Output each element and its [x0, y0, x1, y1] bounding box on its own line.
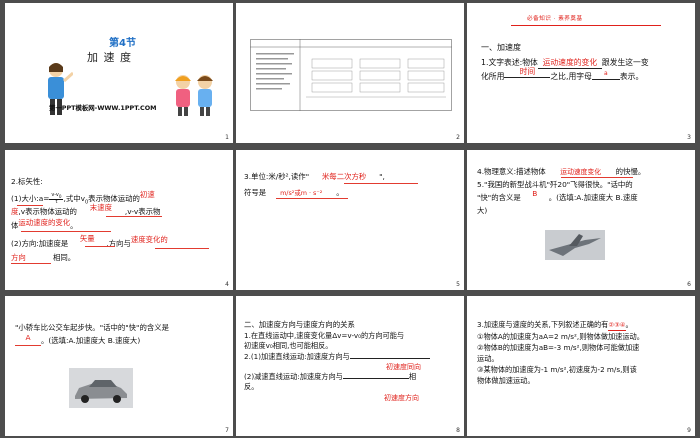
- text: 4.物理意义:描述物体: [477, 167, 546, 176]
- kids-figure-icon: [175, 75, 213, 116]
- answer-blank: 时间: [519, 67, 536, 76]
- text: 相: [408, 372, 417, 381]
- text: 表示。: [619, 72, 644, 81]
- answer-blank: 运动速度变化: [560, 168, 602, 176]
- text: (1)大小:a=: [11, 194, 50, 203]
- text: (2)减速直线运动:加速度方向与: [244, 372, 343, 381]
- slide-9[interactable]: 3.加速度与速度的关系,下列叙述正确的有②③④。 ①物体A的加速度为aA=2 m…: [467, 296, 695, 436]
- answer-blank: 方向: [11, 253, 26, 262]
- text: 5."我国的新型战斗机"歼20"飞得很快。"话中的: [477, 180, 633, 189]
- formula-fraction: v-v0 t: [49, 192, 64, 205]
- text: 。(选填:A.加速度大 B.速度: [548, 193, 638, 202]
- section-heading: 二、加速度方向与速度方向的关系: [244, 320, 355, 329]
- section-banner: 必备知识 · 素养奠基: [527, 16, 583, 22]
- answer-blank: 末速度: [89, 203, 112, 212]
- car-image: [69, 368, 133, 408]
- answer-blank: m/s²或m · s⁻²: [280, 189, 323, 197]
- answer-blank: 米每二次方秒: [321, 172, 367, 181]
- slide-5[interactable]: 3.单位:米/秒²,读作" 米每二次方秒 ", 符号是 m/s²或m · s⁻² 。 5: [236, 150, 464, 290]
- answer-blank: B: [532, 189, 538, 198]
- slide-number: 2: [456, 134, 460, 141]
- slide-number: 6: [687, 281, 691, 288]
- slide-title: 加 速 度: [87, 51, 132, 64]
- slide-number: 3: [687, 134, 691, 141]
- slide-2[interactable]: 2: [236, 3, 464, 143]
- text: 1.文字表述:物体: [481, 58, 538, 67]
- text: (2)方向:加速度是: [11, 239, 69, 248]
- answer-blank: a: [604, 70, 608, 77]
- text: 。: [70, 221, 78, 230]
- answer-underline: [15, 345, 41, 347]
- answer-blank: 速度变化的: [130, 235, 168, 244]
- text: 符号是: [244, 188, 267, 197]
- slide-3[interactable]: 必备知识 · 素养奠基 一、加速度 1.文字表述:物体 运动速度的变化 跟发生这一变…: [467, 3, 695, 143]
- answer-blank: A: [25, 333, 31, 342]
- text: 大): [477, 206, 488, 215]
- answer-line: [349, 358, 430, 359]
- answer-blank: 运动速度的变化: [18, 218, 71, 227]
- answer-blank: 矢量: [79, 234, 95, 243]
- text: ,式中v: [63, 194, 85, 203]
- answer-blank: 初速度同向: [386, 363, 421, 371]
- text: 反。: [244, 382, 259, 391]
- answer-underline: [21, 231, 111, 233]
- text: ②物体B的加速度为aB=-3 m/s²,则物体可能做加速: [477, 343, 640, 352]
- slide-1[interactable]: 第4节 加 速 度 第一PPT模板网-WWW.1PPT.COM 1: [5, 3, 233, 143]
- answer-underline: [85, 246, 115, 248]
- text: 物体做加速运动。: [477, 376, 535, 385]
- slide-title-small: 第4节: [109, 38, 136, 49]
- answer-underline: [17, 205, 43, 207]
- text: ①物体A的加速度为aA=2 m/s²,则物体做加速运动。: [477, 332, 644, 341]
- text: ",: [379, 172, 385, 181]
- slide-8[interactable]: 二、加速度方向与速度方向的关系 1.在直线运动中,速度变化量Δv=v-v₀的方向…: [236, 296, 464, 436]
- text: 表示物: [138, 207, 161, 216]
- text: 初速度v₀相同,也可能相反。: [244, 341, 333, 350]
- answer-blank: 初速度方向: [384, 394, 419, 402]
- slide-number: 5: [456, 281, 460, 288]
- slide-4[interactable]: 2.标矢性: (1)大小:a= v-v0 t ,式中v0表示物体运动的初速 度,v表示…: [5, 150, 233, 290]
- slide-6[interactable]: 4.物理意义:描述物体 运动速度变化 的快慢。 5."我国的新型战斗机"歼20"飞得…: [467, 150, 695, 290]
- text: 之比,用字母: [550, 72, 592, 81]
- text: 相同。: [53, 253, 76, 262]
- text: 运动。: [477, 354, 499, 363]
- answer-line: [342, 378, 409, 379]
- text: "快"的含义是: [477, 193, 521, 202]
- slide-number: 4: [225, 281, 229, 288]
- answer-underline: [561, 177, 633, 179]
- slide-number: 7: [225, 427, 229, 434]
- template-footer: 第一PPT模板网-WWW.1PPT.COM: [49, 104, 157, 112]
- slide-7[interactable]: "小轿车比公交车起步快。"话中的"快"的含义是 A 。(选填:A.加速度大 B.速…: [5, 296, 233, 436]
- slide-number: 8: [456, 427, 460, 434]
- text: "小轿车比公交车起步快。"话中的"快"的含义是: [15, 323, 170, 332]
- text: 。: [625, 320, 633, 329]
- text: ③某物体的加速度为-1 m/s²,初速度为-2 m/s,则该: [477, 365, 637, 374]
- text: 。(选填:A.加速度大 B.速度大): [41, 336, 141, 345]
- answer-underline: [106, 216, 162, 218]
- slide-number: 1: [225, 134, 229, 141]
- answer-underline: [155, 248, 209, 250]
- answer-underline: [344, 183, 418, 185]
- standards-table: [250, 39, 452, 111]
- answer-blank: 初速: [139, 190, 155, 199]
- text: 表示物体运动的: [88, 194, 140, 203]
- fighter-jet-image: [545, 230, 605, 260]
- text: 化所用: [481, 72, 505, 81]
- text: 2.标矢性:: [11, 177, 43, 186]
- text: 跟发生这一变: [601, 58, 649, 67]
- text: 2.(1)加速直线运动:加速度方向与: [244, 352, 350, 361]
- banner-line: [511, 25, 661, 26]
- text: 1.在直线运动中,速度变化量Δv=v-v₀的方向可能与: [244, 331, 405, 340]
- answer-underline: [276, 198, 348, 200]
- section-heading: 一、加速度: [481, 43, 521, 52]
- text: 表示物体运动的: [25, 207, 77, 216]
- text: 。: [336, 188, 344, 197]
- slide-number: 9: [687, 427, 691, 434]
- answer-blank: ②③④: [608, 321, 626, 331]
- answer-underline: [11, 263, 51, 265]
- text: 3.加速度与速度的关系,下列叙述正确的有: [477, 320, 609, 329]
- text: 3.单位:米/秒²,读作": [244, 172, 310, 181]
- text: 的快慢。: [615, 167, 646, 176]
